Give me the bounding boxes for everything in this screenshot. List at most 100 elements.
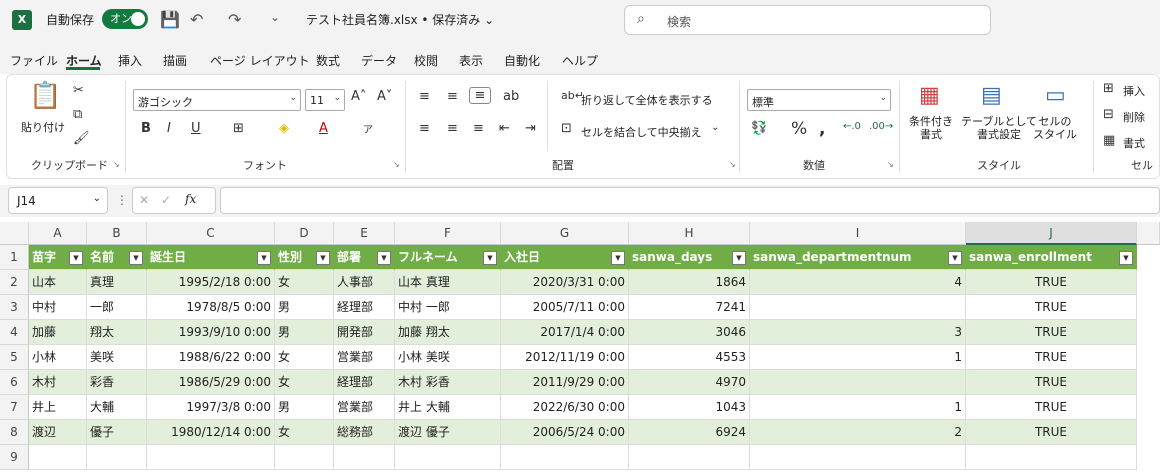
table-cell[interactable]: 1995/2/18 0:00 xyxy=(147,270,275,295)
empty-cell[interactable] xyxy=(966,445,1137,470)
table-cell[interactable]: 2022/6/30 0:00 xyxy=(501,395,629,420)
autosave-toggle[interactable]: オン xyxy=(102,9,148,29)
wrap-text-button[interactable]: 折り返して全体を表示する xyxy=(581,92,713,108)
insert-function-button[interactable]: fx xyxy=(185,192,196,206)
bold-icon[interactable]: B xyxy=(141,121,151,136)
format-cells-button[interactable]: 書式 xyxy=(1123,135,1145,151)
table-cell[interactable]: 経理部 xyxy=(334,370,395,395)
filter-dropdown-icon[interactable]: ▼ xyxy=(948,251,962,265)
table-cell[interactable]: TRUE xyxy=(966,320,1137,345)
tab-formulas[interactable]: 数式 xyxy=(316,52,340,69)
align-right-icon[interactable]: ≡ xyxy=(473,121,484,136)
file-name[interactable]: テスト社員名簿.xlsx • 保存済み ⌄ xyxy=(306,11,494,28)
row-header[interactable]: 4 xyxy=(0,320,29,345)
grow-font-icon[interactable]: A˄ xyxy=(351,89,366,104)
table-header-cell[interactable]: 性別 ▼ xyxy=(275,245,334,270)
table-cell[interactable]: 1993/9/10 0:00 xyxy=(147,320,275,345)
table-cell[interactable]: 小林 美咲 xyxy=(395,345,501,370)
table-cell[interactable]: 2012/11/19 0:00 xyxy=(501,345,629,370)
align-left-icon[interactable]: ≡ xyxy=(419,121,430,136)
table-cell[interactable]: 1988/6/22 0:00 xyxy=(147,345,275,370)
table-header-cell[interactable]: 部署 ▼ xyxy=(334,245,395,270)
table-cell[interactable]: 開発部 xyxy=(334,320,395,345)
table-cell[interactable]: 女 xyxy=(275,270,334,295)
cancel-icon[interactable]: ✕ xyxy=(139,193,149,207)
formula-input[interactable] xyxy=(220,187,1160,214)
table-cell[interactable]: 女 xyxy=(275,420,334,445)
spreadsheet-grid[interactable]: A B C D E F G H I J 1 苗字 ▼ 名前 ▼ 誕生日 ▼ 性別 ▼ 部署 ▼ フルネ… xyxy=(0,222,1160,472)
table-cell[interactable]: 経理部 xyxy=(334,295,395,320)
filter-dropdown-icon[interactable]: ▼ xyxy=(257,251,271,265)
tab-insert[interactable]: 挿入 xyxy=(118,52,142,69)
row-header[interactable]: 8 xyxy=(0,420,29,445)
tab-draw[interactable]: 描画 xyxy=(163,52,187,69)
table-cell[interactable]: 加藤 翔太 xyxy=(395,320,501,345)
column-header[interactable]: B xyxy=(87,222,147,245)
select-all-corner[interactable] xyxy=(0,222,29,245)
font-name-select[interactable]: 游ゴシック ⌄ xyxy=(133,89,301,111)
font-launcher-icon[interactable]: ↘ xyxy=(393,160,400,169)
table-cell[interactable]: 4553 xyxy=(629,345,750,370)
align-middle-icon[interactable]: ≡ xyxy=(447,89,458,104)
table-cell[interactable]: 6924 xyxy=(629,420,750,445)
table-cell[interactable]: 男 xyxy=(275,295,334,320)
table-cell[interactable]: 2005/7/11 0:00 xyxy=(501,295,629,320)
table-cell[interactable]: 渡辺 優子 xyxy=(395,420,501,445)
table-cell[interactable]: 4970 xyxy=(629,370,750,395)
table-cell[interactable]: 営業部 xyxy=(334,345,395,370)
table-cell[interactable]: TRUE xyxy=(966,395,1137,420)
table-cell[interactable]: 優子 xyxy=(87,420,147,445)
table-cell[interactable]: 1980/12/14 0:00 xyxy=(147,420,275,445)
table-cell[interactable]: 総務部 xyxy=(334,420,395,445)
align-top-icon[interactable]: ≡ xyxy=(419,89,430,104)
table-cell[interactable]: 井上 xyxy=(29,395,87,420)
table-header-cell[interactable]: sanwa_days ▼ xyxy=(629,245,750,270)
table-cell[interactable]: TRUE xyxy=(966,270,1137,295)
italic-icon[interactable]: I xyxy=(167,121,171,136)
filter-dropdown-icon[interactable]: ▼ xyxy=(483,251,497,265)
table-header-cell[interactable]: 誕生日 ▼ xyxy=(147,245,275,270)
borders-icon[interactable]: ⊞ xyxy=(233,121,244,136)
accounting-format-icon[interactable]: 💱 xyxy=(751,121,767,136)
table-cell[interactable]: 2017/1/4 0:00 xyxy=(501,320,629,345)
table-cell[interactable]: 木村 彩香 xyxy=(395,370,501,395)
merge-dropdown-icon[interactable]: ⌄ xyxy=(711,122,719,133)
filter-dropdown-icon[interactable]: ▼ xyxy=(316,251,330,265)
table-cell[interactable]: 2011/9/29 0:00 xyxy=(501,370,629,395)
row-header[interactable]: 5 xyxy=(0,345,29,370)
enter-icon[interactable]: ✓ xyxy=(161,193,171,207)
empty-cell[interactable] xyxy=(501,445,629,470)
cell-styles-button[interactable]: セルの スタイル xyxy=(1033,115,1077,141)
delete-cells-button[interactable]: 削除 xyxy=(1123,109,1145,125)
conditional-formatting-button[interactable]: 条件付き 書式 xyxy=(909,115,953,141)
column-header[interactable]: J xyxy=(966,222,1137,245)
table-cell[interactable]: 1986/5/29 0:00 xyxy=(147,370,275,395)
table-cell[interactable]: 井上 大輔 xyxy=(395,395,501,420)
column-header[interactable]: A xyxy=(29,222,87,245)
table-header-cell[interactable]: 名前 ▼ xyxy=(87,245,147,270)
table-cell[interactable]: TRUE xyxy=(966,370,1137,395)
tab-automate[interactable]: 自動化 xyxy=(504,52,540,69)
table-cell[interactable]: 3046 xyxy=(629,320,750,345)
table-cell[interactable]: 山本 真理 xyxy=(395,270,501,295)
merge-center-button[interactable]: セルを結合して中央揃え xyxy=(581,124,702,140)
align-bottom-icon[interactable]: ≡ xyxy=(469,87,491,104)
tab-page-layout[interactable]: ページ レイアウト xyxy=(210,52,310,69)
table-cell[interactable]: 一郎 xyxy=(87,295,147,320)
save-icon[interactable]: 💾 xyxy=(160,10,180,29)
format-painter-icon[interactable]: 🖌 xyxy=(73,131,90,146)
column-header[interactable]: I xyxy=(750,222,966,245)
number-launcher-icon[interactable]: ↘ xyxy=(887,160,894,169)
table-cell[interactable]: 木村 xyxy=(29,370,87,395)
column-header[interactable]: G xyxy=(501,222,629,245)
decrease-decimal-icon[interactable]: .00→ xyxy=(869,121,893,132)
table-header-cell[interactable]: 苗字 ▼ xyxy=(29,245,87,270)
table-cell[interactable]: 2006/5/24 0:00 xyxy=(501,420,629,445)
tab-view[interactable]: 表示 xyxy=(459,52,483,69)
phonetic-icon[interactable]: ア xyxy=(363,121,373,136)
font-color-icon[interactable]: A xyxy=(319,121,328,136)
column-header[interactable]: D xyxy=(275,222,334,245)
empty-cell[interactable] xyxy=(29,445,87,470)
orientation-icon[interactable]: ab xyxy=(503,89,519,104)
font-size-select[interactable]: 11 ⌄ xyxy=(305,89,345,111)
